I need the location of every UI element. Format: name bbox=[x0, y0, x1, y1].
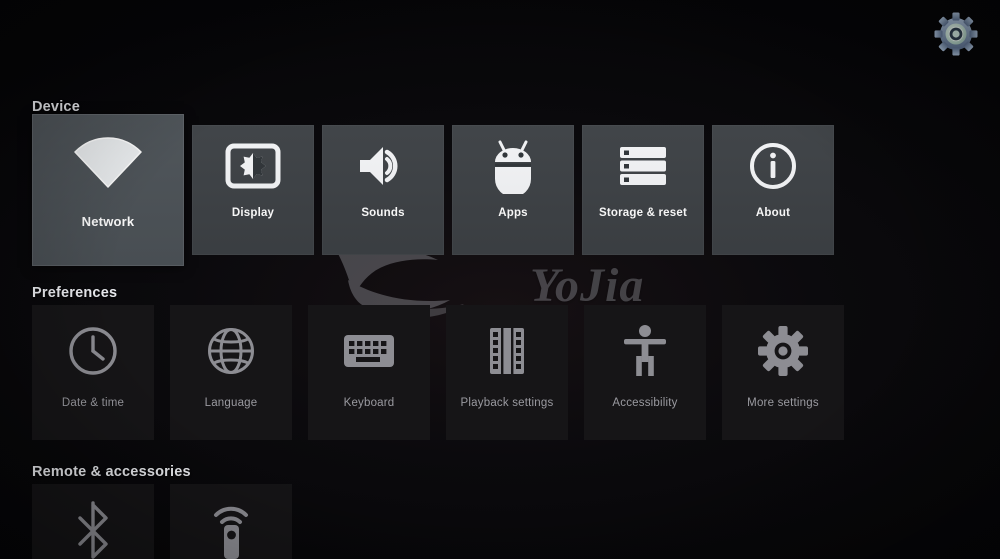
settings-gear-button[interactable] bbox=[930, 10, 982, 62]
gear-icon bbox=[722, 305, 844, 397]
brightness-icon bbox=[192, 125, 314, 207]
tile-about[interactable]: About bbox=[712, 125, 834, 255]
tile-more-settings[interactable]: More settings bbox=[722, 305, 844, 440]
tile-label: Apps bbox=[498, 207, 528, 219]
section-label-device: Device bbox=[32, 99, 80, 115]
settings-screen: YoJia Device Network Display Sounds Apps… bbox=[0, 0, 1000, 559]
tile-date-time[interactable]: Date & time bbox=[32, 305, 154, 440]
storage-icon bbox=[582, 125, 704, 207]
android-icon bbox=[452, 125, 574, 207]
clock-icon bbox=[32, 305, 154, 397]
tile-label: Network bbox=[81, 214, 135, 229]
accessibility-icon bbox=[584, 305, 706, 397]
tile-keyboard[interactable]: Keyboard bbox=[308, 305, 430, 440]
tile-playback-settings[interactable]: Playback settings bbox=[446, 305, 568, 440]
tile-label: More settings bbox=[747, 397, 819, 409]
remote-control-icon bbox=[170, 484, 292, 559]
remote-row bbox=[0, 484, 292, 559]
tile-label: Accessibility bbox=[612, 397, 678, 409]
info-icon bbox=[712, 125, 834, 207]
tile-display[interactable]: Display bbox=[192, 125, 314, 255]
section-label-remote: Remote & accessories bbox=[32, 464, 191, 480]
tile-storage-reset[interactable]: Storage & reset bbox=[582, 125, 704, 255]
tile-accessibility[interactable]: Accessibility bbox=[584, 305, 706, 440]
tile-label: Language bbox=[204, 397, 258, 409]
tile-label: About bbox=[755, 207, 791, 219]
settings-gear-icon bbox=[932, 10, 980, 63]
tile-language[interactable]: Language bbox=[170, 305, 292, 440]
tile-label: Date & time bbox=[61, 397, 125, 409]
preferences-row: Date & time Language Keyboard Playback s… bbox=[0, 305, 844, 440]
tile-apps[interactable]: Apps bbox=[452, 125, 574, 255]
keyboard-icon bbox=[308, 305, 430, 397]
tile-label: Storage & reset bbox=[598, 207, 687, 219]
speaker-icon bbox=[322, 125, 444, 207]
tile-label: Display bbox=[231, 207, 275, 219]
tile-label: Sounds bbox=[361, 207, 405, 219]
tile-label: Keyboard bbox=[343, 397, 395, 409]
tile-bluetooth[interactable] bbox=[32, 484, 154, 559]
wifi-icon bbox=[32, 114, 184, 214]
tile-label: Playback settings bbox=[460, 397, 554, 409]
globe-icon bbox=[170, 305, 292, 397]
tile-sounds[interactable]: Sounds bbox=[322, 125, 444, 255]
section-label-preferences: Preferences bbox=[32, 285, 118, 301]
film-strip-icon bbox=[446, 305, 568, 397]
device-row: Network Display Sounds Apps Storage & re… bbox=[0, 114, 834, 266]
tile-network[interactable]: Network bbox=[32, 114, 184, 266]
top-bar bbox=[0, 0, 1000, 80]
tile-remote-control[interactable] bbox=[170, 484, 292, 559]
bluetooth-icon bbox=[32, 484, 154, 559]
